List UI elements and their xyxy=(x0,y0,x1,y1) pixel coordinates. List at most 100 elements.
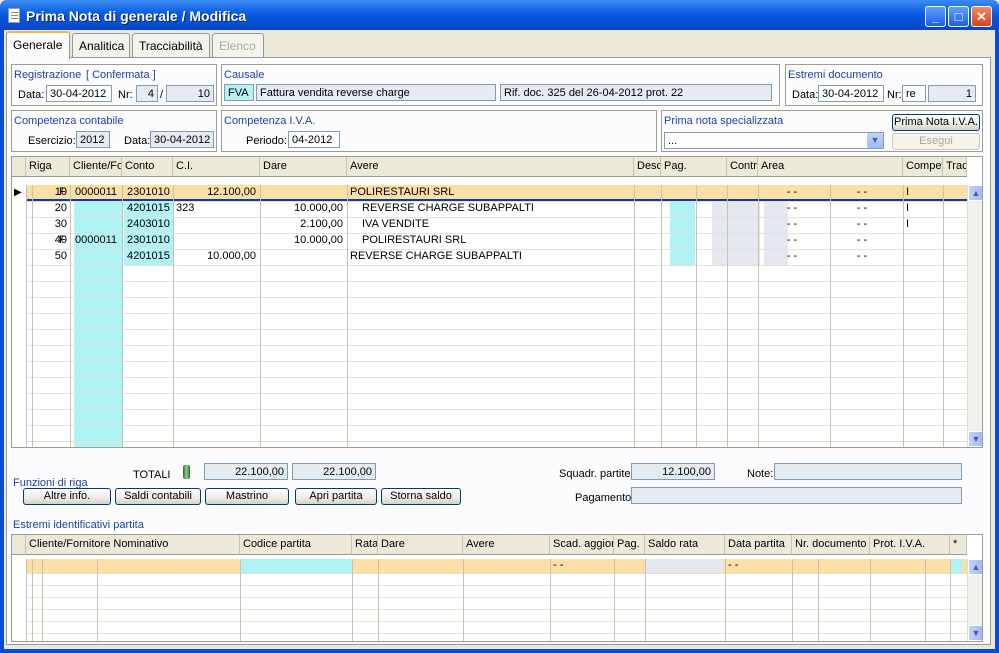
table-row-descrizione[interactable]: POLIRESTAURI SRL xyxy=(347,233,633,249)
partita-header-11[interactable]: * xyxy=(950,535,967,555)
maximize-button[interactable]: □ xyxy=(948,6,969,27)
pagamento-field[interactable] xyxy=(631,487,962,504)
grid-header-5[interactable]: Avere xyxy=(347,157,634,177)
table-row-cf[interactable] xyxy=(56,249,72,265)
table-row-descrizione[interactable]: REVERSE CHARGE SUBAPPALTI xyxy=(347,249,633,265)
partita-header-6[interactable]: Pag. xyxy=(614,535,645,555)
table-row-cliente[interactable] xyxy=(72,217,124,233)
tab-analitica[interactable]: Analitica xyxy=(72,33,130,57)
partita-header-8[interactable]: Data partita xyxy=(725,535,792,555)
title-bar[interactable]: Prima Nota di generale / Modifica _ □ ✕ xyxy=(0,0,999,30)
table-row-traccia[interactable]: I xyxy=(903,201,943,217)
partita-header-3[interactable]: Dare xyxy=(378,535,463,555)
table-row-cf[interactable] xyxy=(56,217,72,233)
table-row-dare[interactable]: 12.100,00 xyxy=(173,185,259,201)
table-row-competenza-2[interactable]: - - xyxy=(842,201,882,217)
partita-header-9[interactable]: Nr. documento xyxy=(792,535,870,555)
partita-header-7[interactable]: Saldo rata xyxy=(645,535,725,555)
scroll-down-icon[interactable]: ▼ xyxy=(968,431,982,447)
note-field[interactable] xyxy=(774,463,962,480)
table-row-conto[interactable]: 2403010 xyxy=(124,217,174,233)
close-button[interactable]: ✕ xyxy=(971,6,992,27)
grid-header-6[interactable]: Descrizione xyxy=(634,157,661,177)
tab-generale[interactable]: Generale xyxy=(6,31,70,59)
table-row-cf[interactable]: F xyxy=(56,233,72,249)
grid-header-4[interactable]: Dare xyxy=(260,157,347,177)
table-row-conto[interactable]: 2301010 xyxy=(124,185,174,201)
table-row-competenza-1[interactable]: - - xyxy=(772,249,812,265)
saldi-contabili-button[interactable]: Saldi contabili xyxy=(115,488,201,505)
grid-header-8[interactable]: Contropartita xyxy=(727,157,758,177)
table-row-dare[interactable] xyxy=(173,217,259,233)
periodo-field[interactable]: 04-2012 xyxy=(288,131,340,148)
table-row-conto[interactable]: 4201015 xyxy=(124,249,174,265)
scroll-up-icon[interactable]: ▲ xyxy=(968,185,982,201)
table-row-dare[interactable]: 10.000,00 xyxy=(173,249,259,265)
altre-info-button[interactable]: Altre info. xyxy=(23,488,111,505)
table-row-traccia[interactable] xyxy=(903,249,943,265)
table-row-avere[interactable]: 10.000,00 xyxy=(260,233,346,249)
grid-scrollbar[interactable]: ▲ ▼ xyxy=(967,185,982,447)
table-row-competenza-1[interactable]: - - xyxy=(772,201,812,217)
grid-header-10[interactable]: Competenza xyxy=(903,157,943,177)
grid-header-2[interactable]: Conto xyxy=(122,157,173,177)
table-row-descrizione[interactable]: REVERSE CHARGE SUBAPPALTI xyxy=(347,201,633,217)
table-row-descrizione[interactable]: IVA VENDITE xyxy=(347,217,633,233)
partita-header-1[interactable]: Codice partita xyxy=(240,535,352,555)
minimize-button[interactable]: _ xyxy=(925,6,946,27)
registrazione-nr2-field[interactable]: 10 xyxy=(166,85,214,102)
table-row-cf[interactable] xyxy=(56,201,72,217)
table-row-traccia[interactable]: I xyxy=(903,217,943,233)
prima-nota-iva-button[interactable]: Prima Nota I.V.A. xyxy=(892,114,980,131)
table-row-competenza-2[interactable]: - - xyxy=(842,249,882,265)
registrazione-data-field[interactable]: 30-04-2012 xyxy=(46,85,112,102)
grid-header-1[interactable]: Cliente/Fornit. xyxy=(70,157,122,177)
partita-header-0[interactable]: Cliente/Fornitore Nominativo xyxy=(26,535,240,555)
table-row-cf[interactable]: F xyxy=(56,185,72,201)
partita-row-data[interactable]: - - xyxy=(725,558,755,574)
table-row-avere[interactable] xyxy=(260,185,346,201)
table-row-avere[interactable]: 2.100,00 xyxy=(260,217,346,233)
partita-row-scad[interactable]: - - xyxy=(550,558,580,574)
chevron-down-icon[interactable]: ▼ xyxy=(867,133,883,148)
table-row-cliente[interactable] xyxy=(72,201,124,217)
storna-saldo-button[interactable]: Storna saldo xyxy=(381,488,461,505)
table-row-competenza-1[interactable]: - - xyxy=(772,217,812,233)
estremi-data-field[interactable]: 30-04-2012 xyxy=(818,85,884,102)
table-row-descrizione[interactable]: POLIRESTAURI SRL xyxy=(347,185,633,201)
registrazione-nr-field[interactable]: 4 xyxy=(136,85,158,102)
partita-header-5[interactable]: Scad. aggior. xyxy=(550,535,614,555)
table-row-traccia[interactable] xyxy=(903,233,943,249)
tab-tracciabilita[interactable]: Tracciabilità xyxy=(132,33,210,57)
table-row-competenza-2[interactable]: - - xyxy=(842,217,882,233)
table-row-cliente[interactable]: 0000011 xyxy=(72,233,124,249)
grid-header-3[interactable]: C.I. xyxy=(173,157,260,177)
table-row-competenza-1[interactable]: - - xyxy=(772,185,812,201)
estremi-nr-field[interactable]: re xyxy=(902,85,926,102)
grid-header-0[interactable]: Riga xyxy=(26,157,70,177)
grid-header-9[interactable]: Area xyxy=(758,157,903,177)
partita-header-10[interactable]: Prot. I.V.A. xyxy=(870,535,950,555)
competenza-data-field[interactable]: 30-04-2012 xyxy=(150,131,214,148)
partita-scroll-up-icon[interactable]: ▲ xyxy=(968,559,982,575)
table-row-cliente[interactable] xyxy=(72,249,124,265)
partita-scrollbar[interactable]: ▲ ▼ xyxy=(967,559,982,641)
table-row-conto[interactable]: 2301010 xyxy=(124,233,174,249)
apri-partita-button[interactable]: Apri partita xyxy=(295,488,377,505)
mastrino-button[interactable]: Mastrino xyxy=(205,488,289,505)
table-row-conto[interactable]: 4201015 xyxy=(124,201,174,217)
grid-header-7[interactable]: Pag. xyxy=(661,157,727,177)
grid-header-11[interactable]: Traccia xyxy=(943,157,967,177)
table-row-dare[interactable] xyxy=(173,201,259,217)
estremi-num-field[interactable]: 1 xyxy=(928,85,976,102)
causale-code-field[interactable]: FVA xyxy=(224,84,254,101)
table-row-traccia[interactable]: I xyxy=(903,185,943,201)
partita-header-4[interactable]: Avere xyxy=(463,535,550,555)
table-row-avere[interactable] xyxy=(260,249,346,265)
table-row-dare[interactable] xyxy=(173,233,259,249)
table-row-avere[interactable]: 10.000,00 xyxy=(260,201,346,217)
specializzata-select[interactable]: ... xyxy=(664,132,884,149)
partita-header-2[interactable]: Rata xyxy=(352,535,378,555)
table-row-competenza-2[interactable]: - - xyxy=(842,233,882,249)
esercizio-field[interactable]: 2012 xyxy=(76,131,110,148)
